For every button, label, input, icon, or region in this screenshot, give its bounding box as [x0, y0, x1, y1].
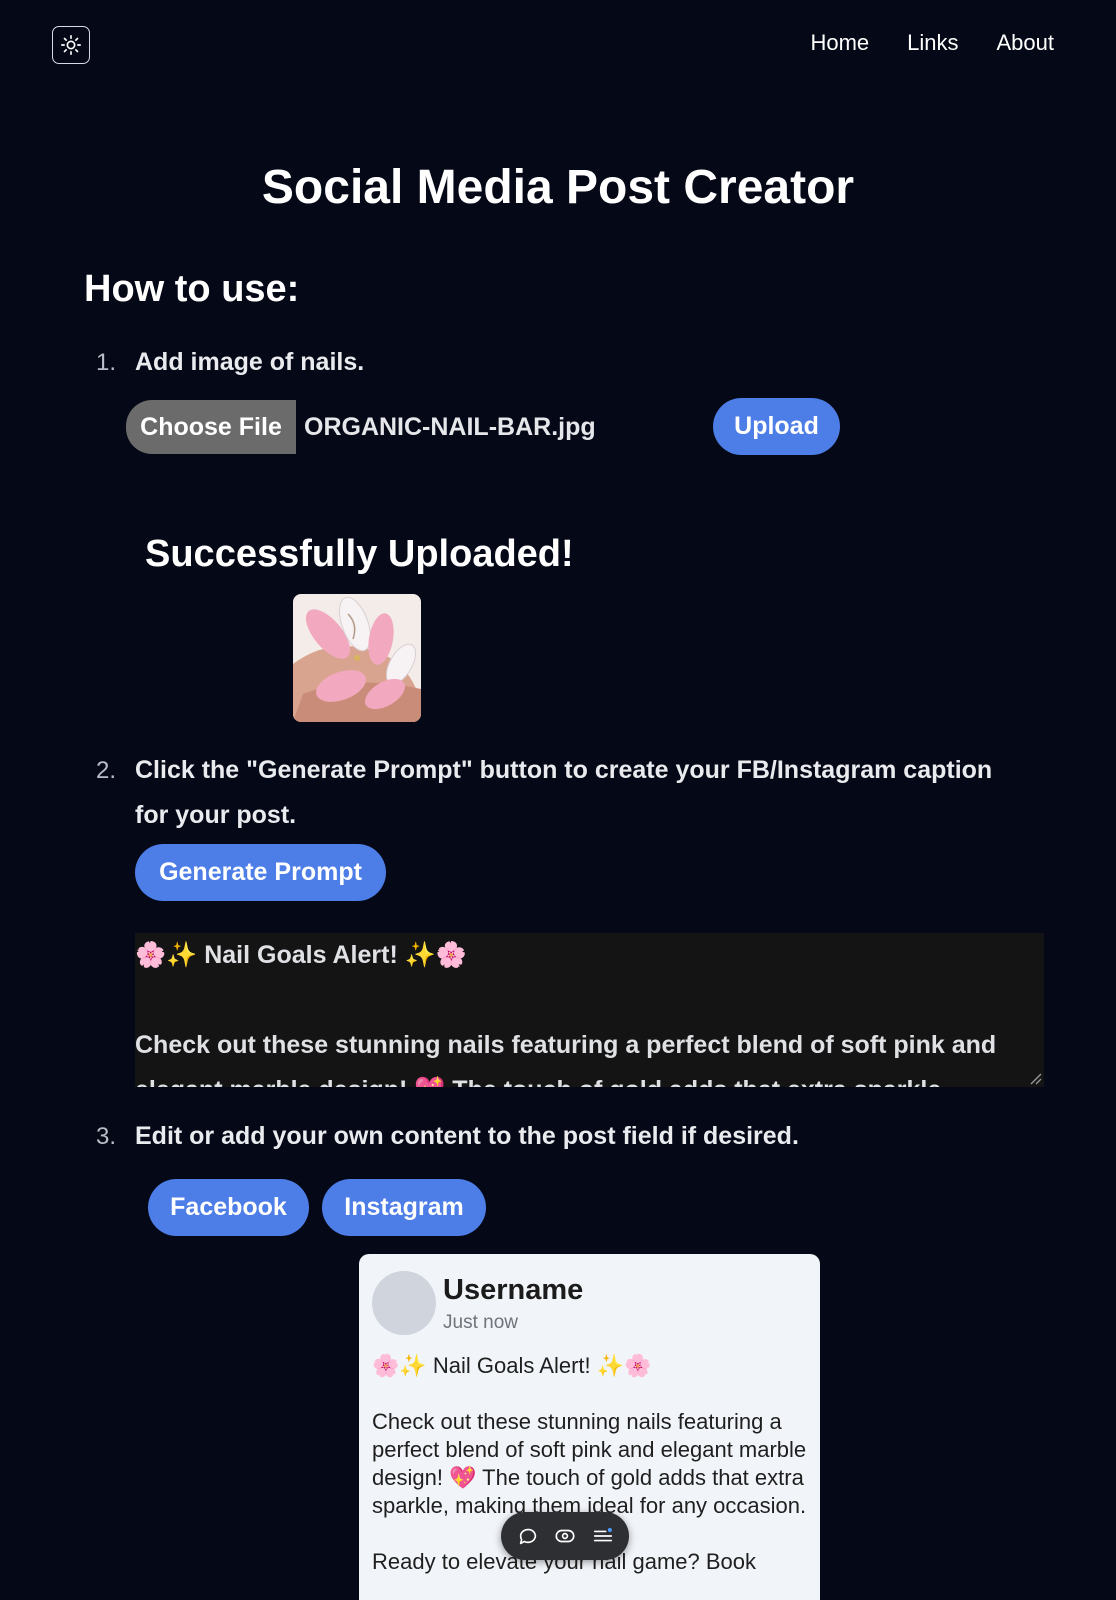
- step-1-number: 1.: [96, 349, 117, 376]
- step-3-number: 3.: [96, 1123, 117, 1150]
- file-input[interactable]: Choose File ORGANIC-NAIL-BAR.jpg: [126, 400, 596, 454]
- caption-line: 🌸✨ Nail Goals Alert! ✨🌸: [135, 941, 467, 969]
- caption-line: [135, 978, 1044, 1023]
- caption-textarea[interactable]: 🌸✨ Nail Goals Alert! ✨🌸 Check out these …: [135, 933, 1044, 1087]
- how-to-use-heading: How to use:: [84, 268, 300, 310]
- upload-success-message: Successfully Uploaded!: [145, 533, 574, 575]
- post-timestamp: Just now: [443, 1312, 518, 1333]
- instagram-button[interactable]: Instagram: [322, 1179, 486, 1236]
- selected-file-name: ORGANIC-NAIL-BAR.jpg: [304, 412, 596, 441]
- eye-icon[interactable]: [554, 1525, 576, 1547]
- step-2-number: 2.: [96, 757, 117, 784]
- caption-line: Check out these stunning nails featuring…: [135, 1031, 997, 1059]
- floating-toolbar: [501, 1512, 629, 1560]
- nav-home-link[interactable]: Home: [810, 30, 869, 56]
- comment-icon[interactable]: [517, 1525, 539, 1547]
- avatar: [372, 1271, 436, 1335]
- step-3-text: Edit or add your own content to the post…: [135, 1122, 799, 1150]
- resize-handle-icon[interactable]: [1028, 1071, 1042, 1085]
- step-1-text: Add image of nails.: [135, 348, 365, 376]
- choose-file-button[interactable]: Choose File: [126, 400, 296, 454]
- upload-button[interactable]: Upload: [713, 398, 840, 455]
- nav-links-link[interactable]: Links: [907, 30, 958, 56]
- nav-about-link[interactable]: About: [997, 30, 1055, 56]
- step-2-text-line1: Click the "Generate Prompt" button to cr…: [135, 756, 993, 784]
- post-username: Username: [443, 1274, 584, 1306]
- uploaded-nail-image: [293, 594, 421, 722]
- post-paragraph: Check out these stunning nails featuring…: [372, 1409, 807, 1518]
- post-body: 🌸✨ Nail Goals Alert! ✨🌸 Check out these …: [372, 1352, 808, 1600]
- page-title: Social Media Post Creator: [261, 161, 855, 214]
- facebook-button[interactable]: Facebook: [148, 1179, 309, 1236]
- step-2-text-line2: for your post.: [135, 801, 297, 829]
- sun-icon: [61, 35, 81, 55]
- theme-toggle-button[interactable]: [52, 26, 90, 64]
- caption-line: elegant marble design! 💖 The touch of go…: [135, 1068, 1044, 1087]
- menu-icon[interactable]: [592, 1525, 614, 1547]
- generate-prompt-button[interactable]: Generate Prompt: [135, 844, 386, 901]
- top-nav: Home Links About: [810, 30, 1054, 56]
- post-headline: 🌸✨ Nail Goals Alert! ✨🌸: [372, 1353, 652, 1378]
